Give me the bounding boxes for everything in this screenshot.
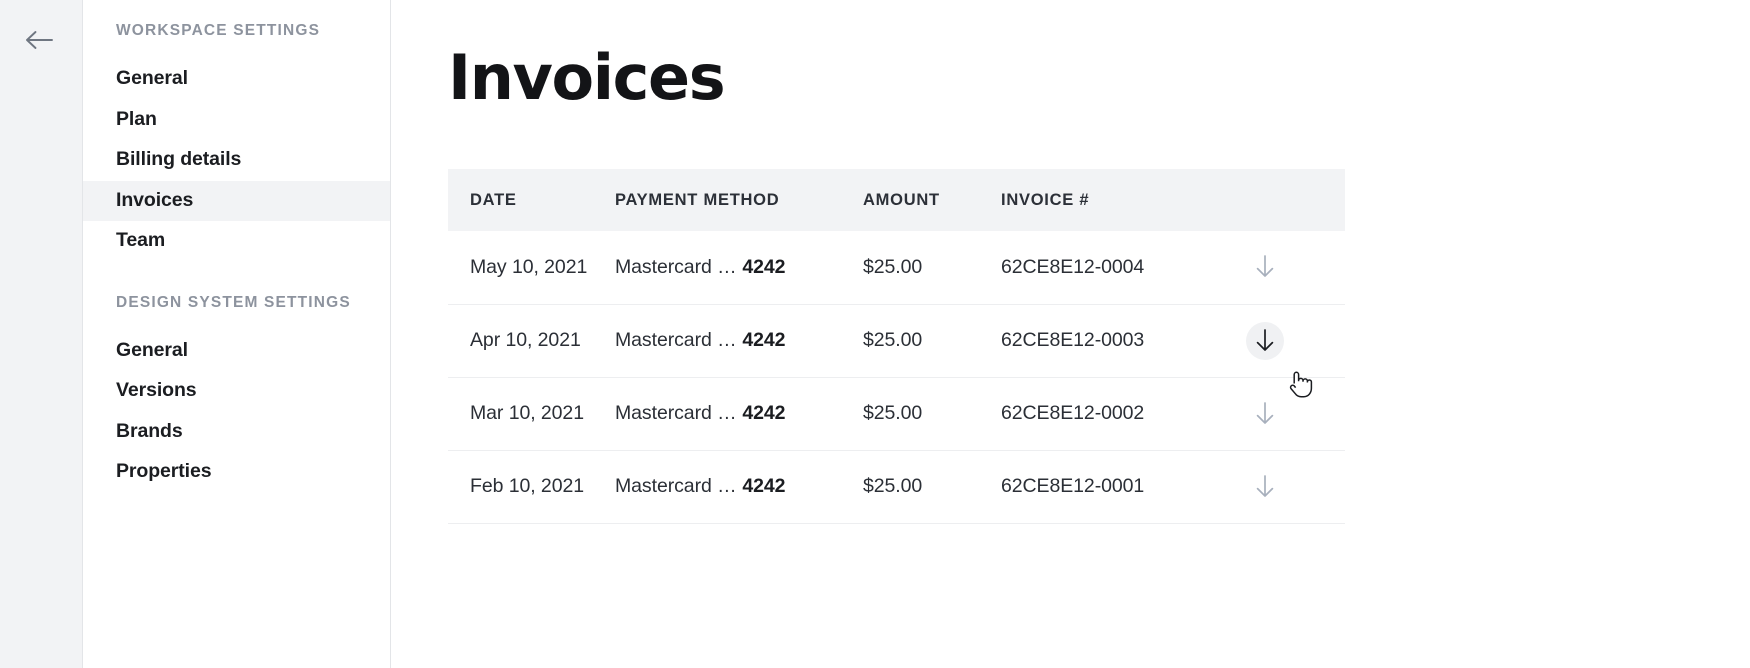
card-brand: Mastercard	[615, 402, 712, 424]
sidebar-group-spacer	[83, 262, 390, 294]
table-row[interactable]: May 10, 2021 Mastercard … 4242 $25.00 62…	[448, 231, 1345, 305]
page-title: Invoices	[448, 41, 726, 114]
card-last4: 4242	[742, 255, 786, 278]
card-last4: 4242	[742, 402, 786, 424]
cell-date: May 10, 2021	[448, 231, 615, 305]
table-row[interactable]: Feb 10, 2021 Mastercard … 4242 $25.00 62…	[448, 450, 1345, 524]
table-row[interactable]: Mar 10, 2021 Mastercard … 4242 $25.00 62…	[448, 377, 1345, 451]
arrow-down-icon	[1256, 255, 1274, 279]
column-header-date: DATE	[448, 169, 615, 231]
card-last4: 4242	[742, 329, 786, 351]
card-brand: Mastercard	[615, 255, 712, 278]
sidebar-item-billing-details[interactable]: Billing details	[83, 140, 390, 181]
invoices-table: DATE PAYMENT METHOD AMOUNT INVOICE # May…	[448, 169, 1345, 524]
nav-group-design-system: DESIGN SYSTEM SETTINGS General Versions …	[83, 294, 390, 493]
cell-invoice-number: 62CE8E12-0003	[1001, 304, 1246, 378]
cell-download	[1246, 377, 1345, 451]
arrow-left-icon	[24, 29, 54, 51]
column-header-payment-method: PAYMENT METHOD	[615, 169, 863, 231]
cell-invoice-number: 62CE8E12-0002	[1001, 377, 1246, 451]
sidebar-item-brands[interactable]: Brands	[83, 412, 390, 453]
sidebar-item-workspace-general[interactable]: General	[83, 59, 390, 100]
cell-date: Feb 10, 2021	[448, 450, 615, 524]
download-invoice-button[interactable]	[1246, 395, 1284, 433]
invoices-table-header: DATE PAYMENT METHOD AMOUNT INVOICE #	[448, 169, 1345, 231]
cell-date: Mar 10, 2021	[448, 377, 615, 451]
nav-group-workspace: WORKSPACE SETTINGS General Plan Billing …	[83, 22, 390, 262]
sidebar-item-team[interactable]: Team	[83, 221, 390, 262]
invoices-table-body: May 10, 2021 Mastercard … 4242 $25.00 62…	[448, 231, 1345, 524]
settings-sidebar: WORKSPACE SETTINGS General Plan Billing …	[83, 0, 391, 668]
cell-download	[1246, 304, 1345, 378]
card-mask: …	[717, 402, 737, 424]
cell-invoice-number: 62CE8E12-0001	[1001, 450, 1246, 524]
cell-payment-method: Mastercard … 4242	[615, 450, 863, 524]
arrow-down-icon	[1256, 474, 1274, 499]
cell-amount: $25.00	[863, 231, 1001, 305]
card-mask: …	[717, 255, 737, 278]
cell-download	[1246, 450, 1345, 524]
card-brand: Mastercard	[615, 475, 712, 497]
cell-download	[1246, 231, 1345, 305]
arrow-down-icon	[1256, 401, 1274, 426]
cell-amount: $25.00	[863, 304, 1001, 378]
table-header-row: DATE PAYMENT METHOD AMOUNT INVOICE #	[448, 169, 1345, 231]
back-button[interactable]	[17, 23, 61, 57]
download-invoice-button[interactable]	[1246, 321, 1284, 360]
cell-amount: $25.00	[863, 377, 1001, 451]
card-mask: …	[717, 475, 737, 497]
cell-payment-method: Mastercard … 4242	[615, 377, 863, 451]
left-rail	[0, 0, 83, 668]
cell-amount: $25.00	[863, 450, 1001, 524]
column-header-actions	[1246, 169, 1345, 231]
sidebar-item-versions[interactable]: Versions	[83, 371, 390, 412]
sidebar-item-invoices[interactable]: Invoices	[83, 180, 390, 221]
column-header-amount: AMOUNT	[863, 169, 1001, 231]
download-invoice-button[interactable]	[1246, 248, 1284, 286]
column-header-invoice-number: INVOICE #	[1001, 169, 1246, 231]
cell-invoice-number: 62CE8E12-0004	[1001, 231, 1246, 305]
nav-group-title-workspace: WORKSPACE SETTINGS	[116, 22, 321, 39]
sidebar-item-properties[interactable]: Properties	[83, 452, 390, 493]
card-mask: …	[717, 329, 737, 351]
arrow-down-icon	[1256, 328, 1274, 353]
cell-date: Apr 10, 2021	[448, 304, 615, 378]
sidebar-item-plan[interactable]: Plan	[83, 100, 390, 141]
sidebar-item-ds-general[interactable]: General	[83, 331, 390, 372]
main-content: Invoices DATE PAYMENT METHOD AMOUNT INVO…	[391, 0, 1750, 668]
card-brand: Mastercard	[615, 329, 712, 351]
cell-payment-method: Mastercard … 4242	[615, 304, 863, 378]
table-row[interactable]: Apr 10, 2021 Mastercard … 4242 $25.00 62…	[448, 304, 1345, 378]
nav-group-title-design-system: DESIGN SYSTEM SETTINGS	[116, 293, 351, 311]
settings-page: WORKSPACE SETTINGS General Plan Billing …	[0, 0, 1750, 668]
cell-payment-method: Mastercard … 4242	[615, 231, 863, 305]
card-last4: 4242	[742, 475, 786, 497]
download-invoice-button[interactable]	[1246, 468, 1284, 506]
